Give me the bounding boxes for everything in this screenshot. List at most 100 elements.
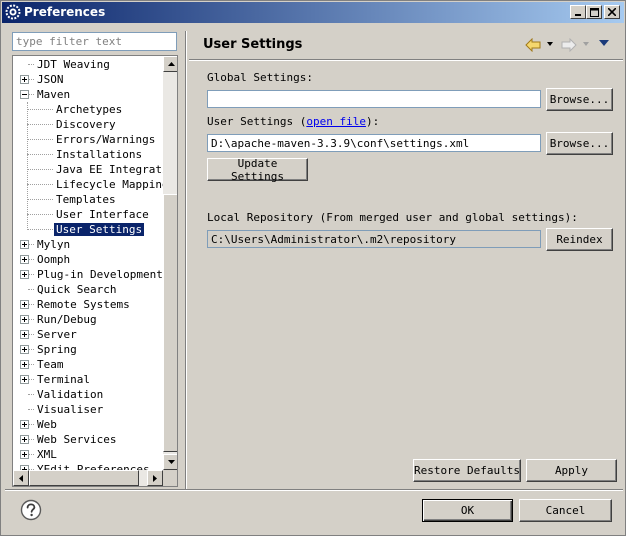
forward-arrow-icon[interactable] bbox=[561, 38, 577, 52]
tree-connector bbox=[28, 289, 34, 290]
tree-item[interactable]: Run/Debug bbox=[35, 312, 99, 327]
expand-icon[interactable] bbox=[20, 240, 29, 249]
tree-item[interactable]: User Settings bbox=[54, 222, 145, 237]
expand-icon[interactable] bbox=[20, 360, 29, 369]
cancel-button[interactable]: Cancel bbox=[519, 499, 612, 522]
back-dropdown-icon[interactable] bbox=[547, 42, 553, 46]
page-header: User Settings bbox=[189, 31, 623, 59]
expand-icon[interactable] bbox=[20, 75, 29, 84]
collapse-icon[interactable] bbox=[20, 90, 29, 99]
expand-icon[interactable] bbox=[20, 435, 29, 444]
tree-items: JDT Weaving JSON Maven Archetypes Discovery E… bbox=[13, 56, 163, 470]
expand-icon[interactable] bbox=[20, 255, 29, 264]
scroll-up-button[interactable] bbox=[163, 56, 177, 72]
local-repository-label: Local Repository (From merged user and g… bbox=[207, 211, 578, 224]
hscroll-thumb[interactable] bbox=[29, 470, 139, 486]
footer-separator-highlight bbox=[5, 490, 623, 491]
expand-icon[interactable] bbox=[20, 315, 29, 324]
tree-item-label: XML bbox=[37, 448, 57, 461]
maximize-button[interactable] bbox=[586, 5, 602, 19]
tree-item-label: Installations bbox=[56, 148, 143, 161]
tree-item[interactable]: Visualiser bbox=[35, 402, 105, 417]
help-icon[interactable] bbox=[20, 499, 42, 521]
tree-item[interactable]: Discovery bbox=[54, 117, 118, 132]
restore-defaults-button[interactable]: Restore Defaults bbox=[413, 459, 521, 482]
back-arrow-icon[interactable] bbox=[525, 38, 541, 52]
global-settings-input[interactable] bbox=[207, 90, 541, 108]
tree-horizontal-scrollbar[interactable] bbox=[13, 470, 163, 486]
tree-item[interactable]: Web Services bbox=[35, 432, 118, 447]
local-repository-input[interactable] bbox=[207, 230, 541, 248]
expand-icon[interactable] bbox=[20, 375, 29, 384]
expand-icon[interactable] bbox=[20, 420, 29, 429]
tree-item-label: Lifecycle Mappings bbox=[56, 178, 163, 191]
tree-connector bbox=[27, 154, 53, 155]
tree-item[interactable]: Terminal bbox=[35, 372, 92, 387]
reindex-button[interactable]: Reindex bbox=[546, 228, 613, 251]
tree-item[interactable]: YEdit Preferences bbox=[35, 462, 152, 470]
tree-connector bbox=[28, 409, 34, 410]
minimize-icon bbox=[575, 14, 581, 16]
expand-icon[interactable] bbox=[20, 300, 29, 309]
tree-item[interactable]: Maven bbox=[35, 87, 72, 102]
title-bar[interactable]: Preferences bbox=[2, 2, 624, 23]
scroll-down-button[interactable] bbox=[163, 454, 177, 470]
tree-item-label: Maven bbox=[37, 88, 71, 101]
tree-item-label: Oomph bbox=[37, 253, 71, 266]
tree-item[interactable]: Web bbox=[35, 417, 59, 432]
tree-item-label: User Settings bbox=[54, 223, 145, 236]
tree-item-label: JDT Weaving bbox=[37, 58, 110, 71]
ok-button[interactable]: OK bbox=[422, 499, 513, 522]
global-settings-label: Global Settings: bbox=[207, 71, 313, 84]
tree-vertical-scrollbar[interactable] bbox=[163, 56, 177, 470]
view-menu-icon[interactable] bbox=[599, 40, 609, 46]
tree-item[interactable]: Oomph bbox=[35, 252, 72, 267]
tree-item[interactable]: Team bbox=[35, 357, 66, 372]
scroll-left-button[interactable] bbox=[13, 470, 29, 486]
close-icon bbox=[608, 8, 616, 16]
arrow-right-icon bbox=[153, 474, 157, 482]
expand-icon[interactable] bbox=[20, 345, 29, 354]
minimize-button[interactable] bbox=[570, 5, 586, 19]
user-settings-input[interactable] bbox=[207, 134, 541, 152]
tree-item[interactable]: Remote Systems bbox=[35, 297, 132, 312]
tree-item[interactable]: Templates bbox=[54, 192, 118, 207]
tree-item[interactable]: JDT Weaving bbox=[35, 57, 112, 72]
open-file-link[interactable]: open file bbox=[306, 115, 366, 128]
user-browse-button[interactable]: Browse... bbox=[546, 132, 613, 155]
filter-input[interactable] bbox=[12, 32, 177, 51]
expand-icon[interactable] bbox=[20, 450, 29, 459]
maximize-icon bbox=[589, 7, 599, 17]
preferences-tree[interactable]: JDT Weaving JSON Maven Archetypes Discovery E… bbox=[12, 55, 178, 487]
close-button[interactable] bbox=[604, 5, 620, 19]
tree-item[interactable]: Java EE Integratio bbox=[54, 162, 163, 177]
tree-item-label: Validation bbox=[37, 388, 104, 401]
apply-button[interactable]: Apply bbox=[526, 459, 617, 482]
tree-item[interactable]: Validation bbox=[35, 387, 105, 402]
tree-item-label: Plug-in Development bbox=[37, 268, 163, 281]
expand-icon[interactable] bbox=[20, 270, 29, 279]
tree-item[interactable]: Archetypes bbox=[54, 102, 124, 117]
tree-item[interactable]: Plug-in Development bbox=[35, 267, 163, 282]
tree-item-label: Remote Systems bbox=[37, 298, 130, 311]
tree-item[interactable]: Errors/Warnings bbox=[54, 132, 157, 147]
tree-item[interactable]: Lifecycle Mappings bbox=[54, 177, 163, 192]
tree-item[interactable]: Server bbox=[35, 327, 79, 342]
header-separator-highlight bbox=[189, 60, 623, 61]
tree-item[interactable]: Mylyn bbox=[35, 237, 72, 252]
tree-item[interactable]: Installations bbox=[54, 147, 144, 162]
tree-item[interactable]: XML bbox=[35, 447, 59, 462]
tree-item[interactable]: JSON bbox=[35, 72, 66, 87]
tree-item-label: Server bbox=[37, 328, 77, 341]
tree-item-label: Web Services bbox=[37, 433, 117, 446]
update-settings-button[interactable]: Update Settings bbox=[207, 157, 308, 183]
arrow-left-icon bbox=[19, 474, 23, 482]
global-browse-button[interactable]: Browse... bbox=[546, 88, 613, 111]
scroll-right-button[interactable] bbox=[147, 470, 163, 486]
forward-dropdown-icon[interactable] bbox=[583, 42, 589, 46]
tree-item[interactable]: Spring bbox=[35, 342, 79, 357]
tree-item[interactable]: User Interface bbox=[54, 207, 151, 222]
scroll-thumb[interactable] bbox=[163, 194, 177, 452]
tree-item[interactable]: Quick Search bbox=[35, 282, 118, 297]
expand-icon[interactable] bbox=[20, 330, 29, 339]
